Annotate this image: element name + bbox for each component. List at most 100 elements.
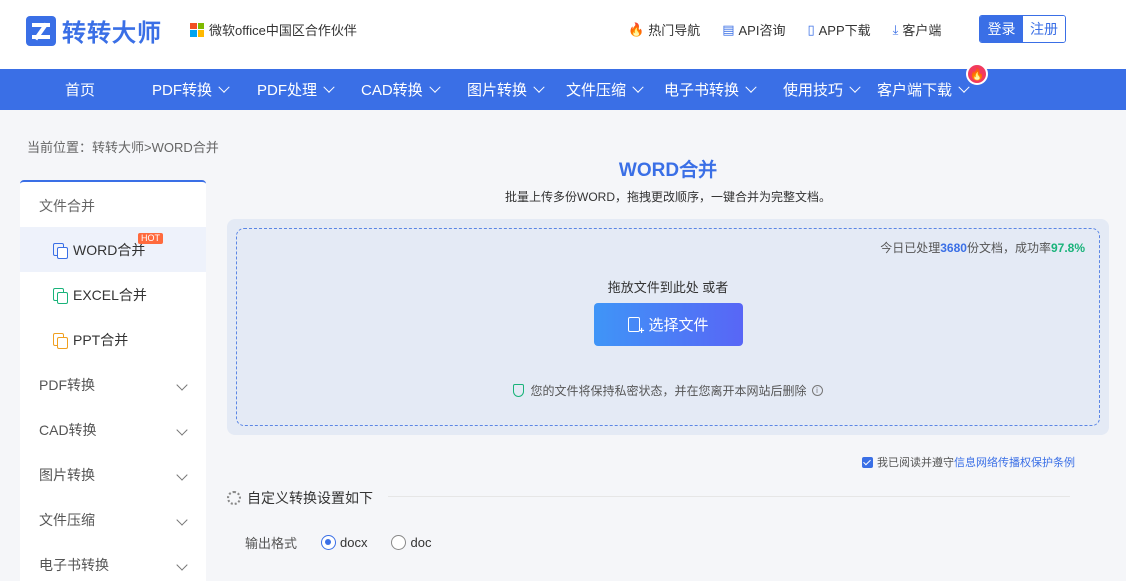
info-icon[interactable]: i [811, 385, 823, 396]
sidebar-item-label: CAD转换 [39, 421, 97, 438]
hot-badge-icon: 🔥 [966, 63, 988, 85]
nav-item-home[interactable]: 首页 [65, 69, 95, 110]
nav-item-client-download[interactable]: 客户端下载 [877, 69, 970, 110]
sidebar-item-ppt-merge[interactable]: PPT合并 [20, 317, 206, 362]
chevron-down-icon [533, 81, 545, 93]
nav-item-ebook[interactable]: 电子书转换 [664, 69, 757, 110]
sidebar-item-label: PPT合并 [73, 331, 129, 348]
stats-text: 今日已处理3680份文档，成功率97.8% [880, 239, 1085, 256]
sidebar-item-label: 电子书转换 [39, 556, 109, 573]
merge-doc-icon [53, 243, 68, 259]
radio-docx[interactable]: docx [321, 535, 367, 550]
logo[interactable]: 转转大师 [26, 13, 162, 48]
top-link-client[interactable]: ⤓ 客户端 [893, 20, 942, 39]
radio-dot [391, 535, 407, 550]
nav-label: 客户端下载 [877, 82, 953, 99]
logo-text: 转转大师 [62, 20, 162, 47]
sidebar-item-label: 文件压缩 [39, 511, 95, 528]
fire-icon: 🔥 [628, 21, 645, 37]
hot-badge: HOT [138, 233, 163, 244]
agree-link[interactable]: 信息网络传播权保护条例 [954, 454, 1075, 470]
sidebar-item-excel-merge[interactable]: EXCEL合并 [20, 272, 206, 317]
agree-checkbox[interactable] [862, 456, 873, 468]
top-link-api[interactable]: ▤ API咨询 [722, 20, 785, 39]
nav-item-cad[interactable]: CAD转换 [361, 69, 441, 110]
radio-doc[interactable]: doc [391, 535, 431, 550]
sidebar-item-compress[interactable]: 文件压缩 [20, 497, 206, 542]
chevron-down-icon [176, 378, 188, 391]
top-link-label: APP下载 [818, 23, 871, 38]
stats-rate: 97.8% [1050, 241, 1085, 255]
format-label: 输出格式 [245, 536, 298, 551]
sidebar-item-label: WORD合并 [73, 241, 146, 258]
nav-item-pdf-process[interactable]: PDF处理 [257, 69, 335, 110]
top-link-label: API咨询 [738, 23, 786, 38]
shield-icon [513, 384, 525, 397]
nav-item-pdf-convert[interactable]: PDF转换 [152, 69, 230, 110]
login-button[interactable]: 登录 [980, 16, 1023, 42]
nav-item-image[interactable]: 图片转换 [467, 69, 545, 110]
select-file-button[interactable]: 选择文件 [594, 303, 743, 346]
sidebar-item-ebook[interactable]: 电子书转换 [20, 542, 206, 581]
chevron-down-icon [429, 81, 441, 93]
merge-doc-icon [53, 288, 68, 304]
microsoft-icon [190, 22, 204, 37]
radio-dot [321, 535, 337, 550]
register-button[interactable]: 注册 [1023, 16, 1065, 42]
sidebar-item-label: EXCEL合并 [73, 286, 147, 303]
top-link-app[interactable]: ▯ APP下载 [807, 20, 870, 39]
top-link-label: 客户端 [902, 23, 942, 38]
chevron-down-icon [176, 558, 188, 571]
agree-text: 我已阅读并遵守 [877, 457, 954, 469]
auth-buttons: 登录 注册 [979, 15, 1066, 43]
nav-label: PDF处理 [257, 82, 318, 99]
chevron-down-icon [176, 468, 188, 481]
sidebar-head: 文件合并 [39, 198, 95, 214]
chat-icon: ▤ [722, 21, 735, 37]
chevron-down-icon [958, 81, 970, 93]
sidebar-item-cad[interactable]: CAD转换 [20, 407, 206, 452]
file-add-icon [628, 317, 644, 337]
nav-label: 使用技巧 [783, 82, 844, 99]
settings-header: 自定义转换设置如下 [227, 488, 373, 508]
sidebar-item-word-merge[interactable]: WORD合并 HOT [20, 227, 206, 272]
stats-mid: 份文档，成功率 [966, 241, 1051, 255]
chevron-down-icon [632, 81, 644, 93]
sidebar-item-label: 图片转换 [39, 466, 95, 483]
partner-text: 微软office中国区合作伙伴 [209, 23, 357, 38]
phone-icon: ▯ [807, 21, 815, 37]
top-link-label: 热门导航 [648, 23, 701, 38]
radio-label: docx [340, 535, 368, 550]
main-nav: 首页 PDF转换 PDF处理 CAD转换 图片转换 文件压缩 电子书转换 使用技… [0, 69, 1126, 110]
output-format: 输出格式 docx doc [245, 533, 455, 552]
privacy-note: 您的文件将保持私密状态，并在您离开本网站后删除 i [237, 382, 1099, 399]
nav-label: PDF转换 [152, 82, 213, 99]
chevron-down-icon [218, 81, 230, 93]
download-icon: ⤓ [892, 21, 899, 37]
chevron-down-icon [849, 81, 861, 93]
radio-label: doc [410, 535, 432, 550]
drop-zone[interactable]: 今日已处理3680份文档，成功率97.8% 拖放文件到此处 或者 选择文件 您的… [236, 228, 1100, 426]
gear-icon [227, 491, 241, 505]
select-file-label: 选择文件 [648, 317, 709, 334]
settings-title: 自定义转换设置如下 [247, 490, 373, 506]
agreement: 我已阅读并遵守 信息网络传播权保护条例 [862, 454, 1075, 470]
partner-badge: 微软office中国区合作伙伴 [190, 20, 357, 39]
top-link-hot-nav[interactable]: 🔥 热门导航 [628, 20, 700, 39]
nav-label: 文件压缩 [566, 82, 627, 99]
top-links: 🔥 热门导航 ▤ API咨询 ▯ APP下载 ⤓ 客户端 [628, 20, 963, 39]
sidebar-item-pdf-convert[interactable]: PDF转换 [20, 362, 206, 407]
chevron-down-icon [176, 513, 188, 526]
breadcrumb: 当前位置：转转大师>WORD合并 [27, 140, 219, 155]
sidebar-item-label: PDF转换 [39, 376, 95, 393]
nav-item-tips[interactable]: 使用技巧 [783, 69, 861, 110]
page-title: WORD合并 [618, 160, 718, 181]
nav-label: 电子书转换 [664, 82, 740, 99]
chevron-down-icon [745, 81, 757, 93]
sidebar-item-image[interactable]: 图片转换 [20, 452, 206, 497]
sidebar: 文件合并 WORD合并 HOT EXCEL合并 PPT合并 PDF转换 CAD转… [20, 180, 206, 581]
nav-label: CAD转换 [361, 82, 423, 99]
nav-item-compress[interactable]: 文件压缩 [566, 69, 644, 110]
chevron-down-icon [176, 423, 188, 436]
merge-doc-icon [53, 333, 68, 349]
